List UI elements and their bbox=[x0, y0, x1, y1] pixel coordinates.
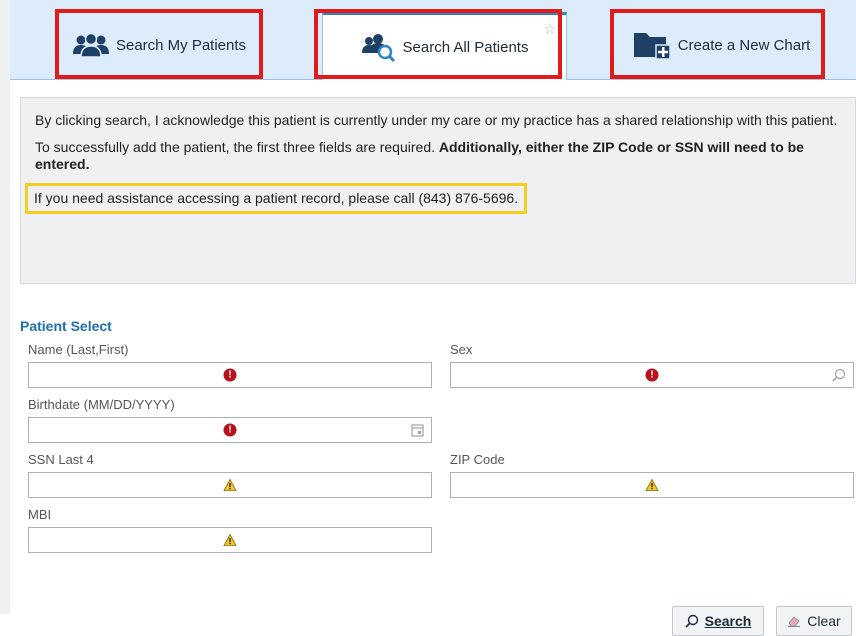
patient-select-title: Patient Select bbox=[20, 318, 112, 334]
calendar-icon[interactable] bbox=[411, 423, 424, 437]
sex-field[interactable]: ! bbox=[450, 362, 854, 388]
eraser-icon bbox=[788, 616, 801, 627]
favorite-star-icon[interactable]: ☆ bbox=[543, 21, 556, 38]
assistance-text: If you need assistance accessing a patie… bbox=[25, 183, 528, 214]
tab-bar: Search My Patients Search All Patients ☆… bbox=[10, 0, 856, 80]
search-users-icon bbox=[361, 33, 397, 63]
required-error-icon: ! bbox=[645, 368, 659, 382]
folder-plus-icon bbox=[632, 29, 672, 61]
left-strip bbox=[0, 0, 10, 614]
ssn-label: SSN Last 4 bbox=[28, 452, 94, 467]
tab-label: Search All Patients bbox=[402, 39, 529, 56]
acknowledge-text: By clicking search, I acknowledge this p… bbox=[35, 112, 838, 128]
zip-label: ZIP Code bbox=[450, 452, 505, 467]
warning-icon bbox=[223, 533, 237, 546]
tab-label: Search My Patients bbox=[115, 36, 247, 54]
clear-button-label: Clear bbox=[807, 613, 841, 629]
search-icon bbox=[685, 614, 698, 628]
warning-icon bbox=[223, 478, 237, 491]
ssn-field[interactable] bbox=[28, 472, 432, 498]
name-field[interactable]: ! bbox=[28, 362, 432, 388]
tab-search-all-patients[interactable]: Search All Patients ☆ bbox=[322, 12, 567, 80]
required-error-icon: ! bbox=[223, 423, 237, 437]
info-panel: By clicking search, I acknowledge this p… bbox=[20, 97, 856, 284]
required-text: To successfully add the patient, the fir… bbox=[35, 139, 804, 172]
tab-label: Create a New Chart bbox=[677, 36, 811, 54]
clear-button[interactable]: Clear bbox=[776, 606, 852, 636]
sex-label: Sex bbox=[450, 342, 473, 357]
tab-search-my-patients[interactable]: Search My Patients bbox=[55, 10, 263, 80]
search-icon[interactable] bbox=[832, 368, 846, 382]
mbi-label: MBI bbox=[28, 507, 52, 522]
birthdate-field[interactable]: ! bbox=[28, 417, 432, 443]
search-button[interactable]: Search bbox=[672, 606, 764, 636]
tab-create-new-chart[interactable]: Create a New Chart bbox=[612, 10, 830, 80]
zip-field[interactable] bbox=[450, 472, 854, 498]
mbi-field[interactable] bbox=[28, 527, 432, 553]
warning-icon bbox=[645, 478, 659, 491]
group-users-icon bbox=[72, 32, 110, 58]
required-error-icon: ! bbox=[223, 368, 237, 382]
search-button-label: Search bbox=[704, 613, 752, 629]
birthdate-label: Birthdate (MM/DD/YYYY) bbox=[28, 397, 175, 412]
name-label: Name (Last,First) bbox=[28, 342, 129, 357]
